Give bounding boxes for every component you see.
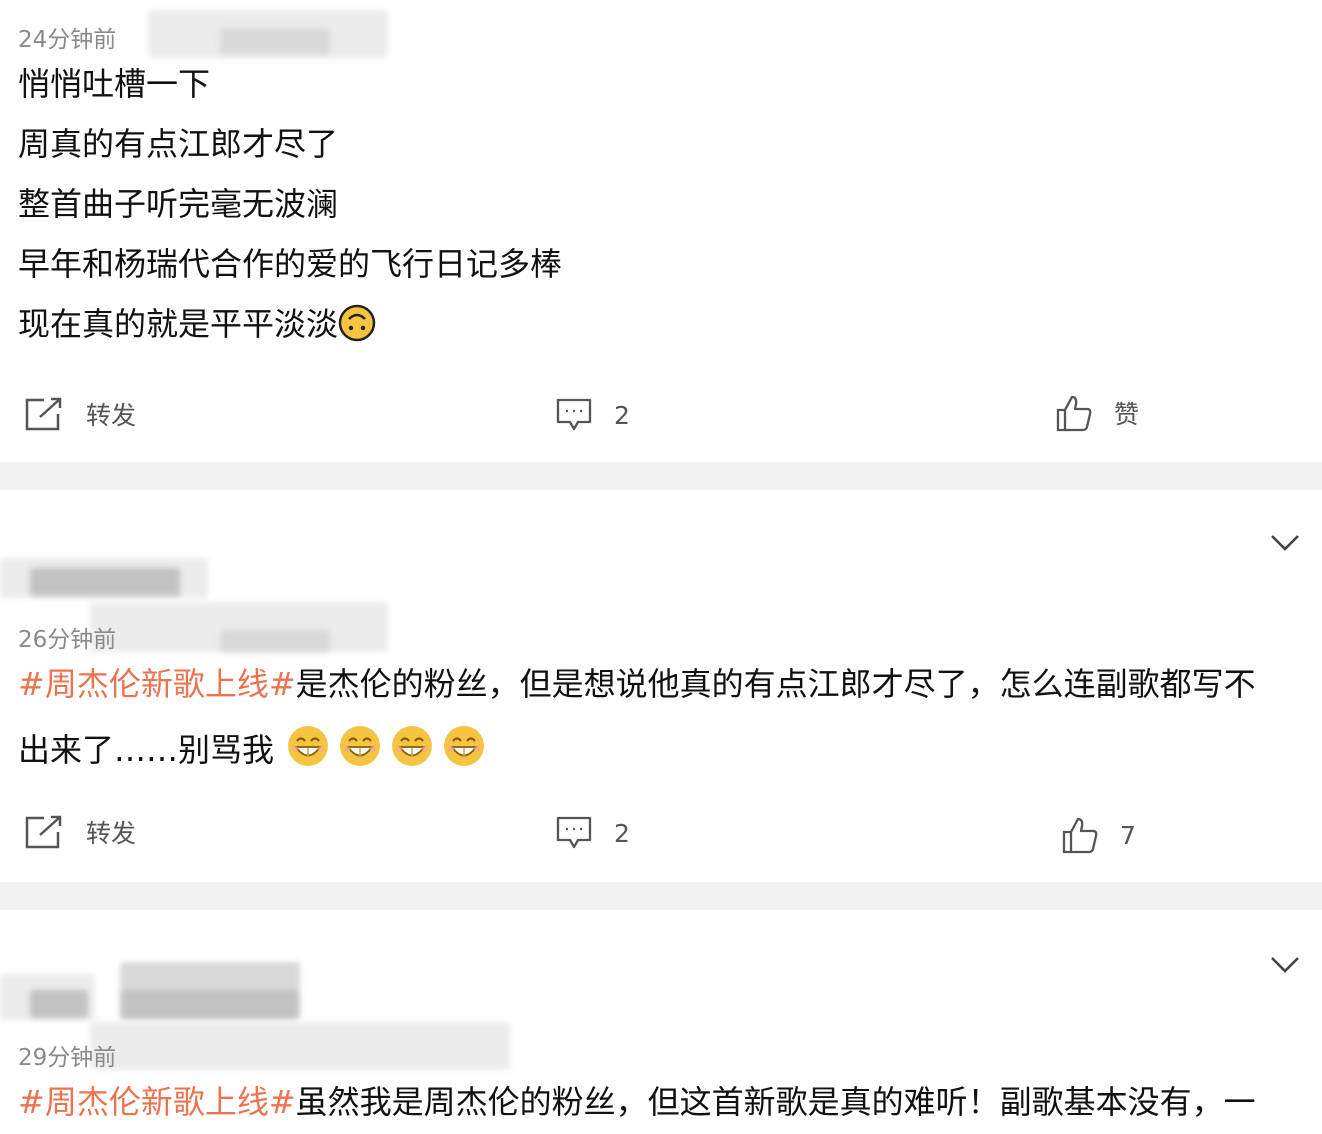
post-text-line: 悄悄吐槽一下 [18, 65, 211, 103]
repost-label: 转发 [86, 401, 137, 430]
post-text-line: #周杰伦新歌上线#虽然我是周杰伦的粉丝，但这首新歌是真的难听！副歌基本没有，一 [18, 1082, 1256, 1122]
post-time: 26分钟前 [18, 627, 117, 653]
chevron-down-icon[interactable] [1270, 534, 1300, 556]
blurred-username [30, 990, 88, 1018]
post-3: 29分钟前 #周杰伦新歌上线#虽然我是周杰伦的粉丝，但这首新歌是真的难听！副歌基… [0, 910, 1322, 1134]
like-button[interactable]: 赞 [1056, 394, 1139, 432]
post-text-line: 早年和杨瑞代合作的爱的飞行日记多棒 [18, 245, 563, 283]
post-1: 24分钟前 悄悄吐槽一下 周真的有点江郎才尽了 整首曲子听完毫无波澜 早年和杨瑞… [0, 0, 1322, 462]
like-label: 赞 [1114, 400, 1140, 429]
post-text-line: 周真的有点江郎才尽了 [18, 125, 339, 163]
post-text-line: #周杰伦新歌上线#是杰伦的粉丝，但是想说他真的有点江郎才尽了，怎么连副歌都写不 [18, 664, 1256, 704]
blurred-username [220, 28, 330, 54]
post-text-span: 现在真的就是平平淡淡 [18, 305, 339, 343]
blurred-username [122, 990, 298, 1018]
grin-face-icon [442, 724, 486, 777]
post-divider [0, 882, 1322, 910]
comment-button[interactable]: 2 [556, 816, 630, 850]
post-time: 29分钟前 [18, 1045, 117, 1071]
post-text-span: 虽然我是周杰伦的粉丝，但这首新歌是真的难听！副歌基本没有，一 [295, 1083, 1256, 1121]
post-divider [0, 462, 1322, 490]
upside-down-face-icon [338, 304, 376, 351]
emoji-group [284, 726, 486, 769]
comment-icon [556, 816, 592, 850]
grin-face-icon [338, 724, 382, 777]
repost-button[interactable]: 转发 [24, 396, 136, 432]
post-2: 26分钟前 #周杰伦新歌上线#是杰伦的粉丝，但是想说他真的有点江郎才尽了，怎么连… [0, 490, 1322, 882]
post-text-line: 出来了……别骂我 [18, 724, 486, 777]
repost-icon [24, 814, 64, 850]
comment-icon [556, 398, 592, 432]
like-count: 7 [1120, 820, 1136, 850]
blurred-username [90, 1022, 510, 1070]
comment-count: 2 [614, 400, 630, 430]
post-text-span: 是杰伦的粉丝，但是想说他真的有点江郎才尽了，怎么连副歌都写不 [295, 665, 1256, 703]
blurred-username [30, 568, 180, 596]
repost-button[interactable]: 转发 [24, 814, 136, 850]
post-text-span: 出来了……别骂我 [18, 731, 275, 769]
grin-face-icon [286, 724, 330, 777]
topic-hashtag[interactable]: #周杰伦新歌上线# [18, 1083, 296, 1121]
thumbs-up-icon [1056, 394, 1092, 432]
post-text-line: 现在真的就是平平淡淡 [18, 304, 376, 351]
comment-button[interactable]: 2 [556, 398, 630, 432]
post-time: 24分钟前 [18, 27, 117, 53]
chevron-down-icon[interactable] [1270, 956, 1300, 978]
blurred-username [220, 630, 330, 652]
post-text-line: 整首曲子听完毫无波澜 [18, 185, 339, 223]
thumbs-up-icon [1062, 816, 1098, 854]
like-button[interactable]: 7 [1062, 816, 1136, 854]
repost-label: 转发 [86, 819, 137, 848]
grin-face-icon [390, 724, 434, 777]
comment-count: 2 [614, 818, 630, 848]
topic-hashtag[interactable]: #周杰伦新歌上线# [18, 665, 296, 703]
repost-icon [24, 396, 64, 432]
